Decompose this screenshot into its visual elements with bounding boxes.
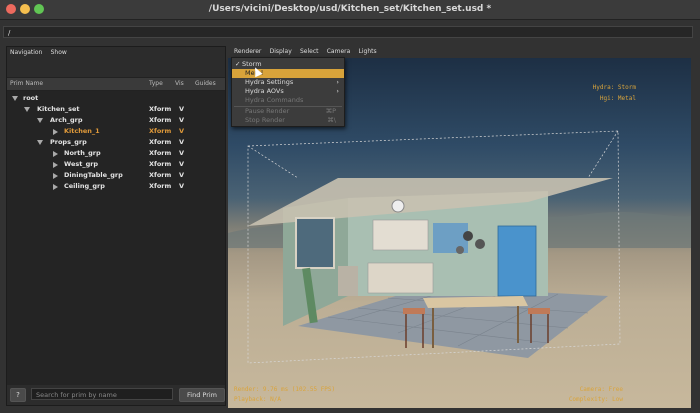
- menu-display[interactable]: Display: [267, 46, 295, 57]
- header-prim-name[interactable]: Prim Name: [10, 78, 43, 90]
- viewport-menubar: Renderer Display Select Camera Lights: [231, 46, 380, 57]
- menu-item-metal[interactable]: Metal: [232, 69, 344, 78]
- menu-camera[interactable]: Camera: [324, 46, 354, 57]
- menu-item-hydra-settings[interactable]: Hydra Settings ›: [232, 78, 344, 87]
- hud-hgi: Hgi: Metal: [599, 95, 636, 102]
- menu-lights[interactable]: Lights: [356, 46, 380, 57]
- hud-hydra: Hydra: Storm: [592, 84, 636, 91]
- expand-triangle-icon[interactable]: [12, 96, 18, 101]
- submenu-arrow-icon: ›: [336, 78, 339, 86]
- prim-tree: root Kitchen_set Xform V Arch_grp Xform …: [7, 91, 225, 385]
- hud-render-stats: Render: 9.76 ms (102.55 FPS): [234, 386, 336, 393]
- find-prim-button[interactable]: Find Prim: [179, 388, 225, 402]
- tree-row[interactable]: root: [7, 93, 225, 104]
- collapsed-triangle-icon[interactable]: [53, 151, 58, 157]
- hud-complexity: Complexity: Low: [568, 396, 623, 403]
- renderer-dropdown-menu: ✓ Storm Metal Hydra Settings › Hydra AOV…: [231, 57, 345, 127]
- menu-item-hydra-aovs[interactable]: Hydra AOVs ›: [232, 87, 344, 96]
- help-button[interactable]: ?: [10, 388, 26, 402]
- expand-triangle-icon[interactable]: [37, 140, 43, 145]
- prim-tree-header: Prim Name Type Vis Guides: [7, 77, 225, 91]
- header-guides[interactable]: Guides: [195, 78, 216, 90]
- tree-row-selected[interactable]: Kitchen_1 Xform V: [7, 126, 225, 137]
- menu-renderer[interactable]: Renderer: [231, 46, 264, 57]
- prim-search-input[interactable]: Search for prim by name: [31, 388, 173, 400]
- prim-path-field[interactable]: /: [3, 26, 693, 38]
- expand-triangle-icon[interactable]: [37, 118, 43, 123]
- tree-row[interactable]: Kitchen_set Xform V: [7, 104, 225, 115]
- menu-item-stop-render: Stop Render ⌘\: [245, 116, 336, 124]
- collapsed-triangle-icon[interactable]: [53, 184, 58, 190]
- hud-camera: Camera: Free: [579, 386, 623, 393]
- browser-menubar: Navigation Show: [7, 47, 225, 58]
- menu-select[interactable]: Select: [297, 46, 322, 57]
- collapsed-triangle-icon[interactable]: [53, 129, 58, 135]
- tree-row[interactable]: West_grp Xform V: [7, 159, 225, 170]
- tree-row[interactable]: Props_grp Xform V: [7, 137, 225, 148]
- tree-row[interactable]: DiningTable_grp Xform V: [7, 170, 225, 181]
- expand-triangle-icon[interactable]: [24, 107, 30, 112]
- search-bar: ? Search for prim by name Find Prim: [7, 387, 225, 404]
- title-bar: /Users/vicini/Desktop/usd/Kitchen_set/Ki…: [0, 0, 700, 20]
- window-title: /Users/vicini/Desktop/usd/Kitchen_set/Ki…: [208, 4, 492, 14]
- menu-item-storm[interactable]: ✓ Storm: [232, 60, 344, 69]
- menu-item-hydra-commands: Hydra Commands: [245, 96, 304, 104]
- tree-row[interactable]: North_grp Xform V: [7, 148, 225, 159]
- menu-item-pause-render: Pause Render ⌘P: [245, 107, 336, 115]
- tree-row[interactable]: Arch_grp Xform V: [7, 115, 225, 126]
- submenu-arrow-icon: ›: [336, 87, 339, 95]
- collapsed-triangle-icon[interactable]: [53, 173, 58, 179]
- header-vis[interactable]: Vis: [175, 78, 184, 90]
- header-type[interactable]: Type: [149, 78, 163, 90]
- checkmark-icon: ✓: [235, 60, 241, 68]
- tree-row[interactable]: Ceiling_grp Xform V: [7, 181, 225, 192]
- menu-navigation[interactable]: Navigation: [7, 47, 45, 58]
- menu-show[interactable]: Show: [48, 47, 70, 58]
- hud-playback: Playback: N/A: [234, 396, 281, 403]
- prim-browser-panel: Navigation Show Prim Name Type Vis Guide…: [6, 46, 226, 406]
- collapsed-triangle-icon[interactable]: [53, 162, 58, 168]
